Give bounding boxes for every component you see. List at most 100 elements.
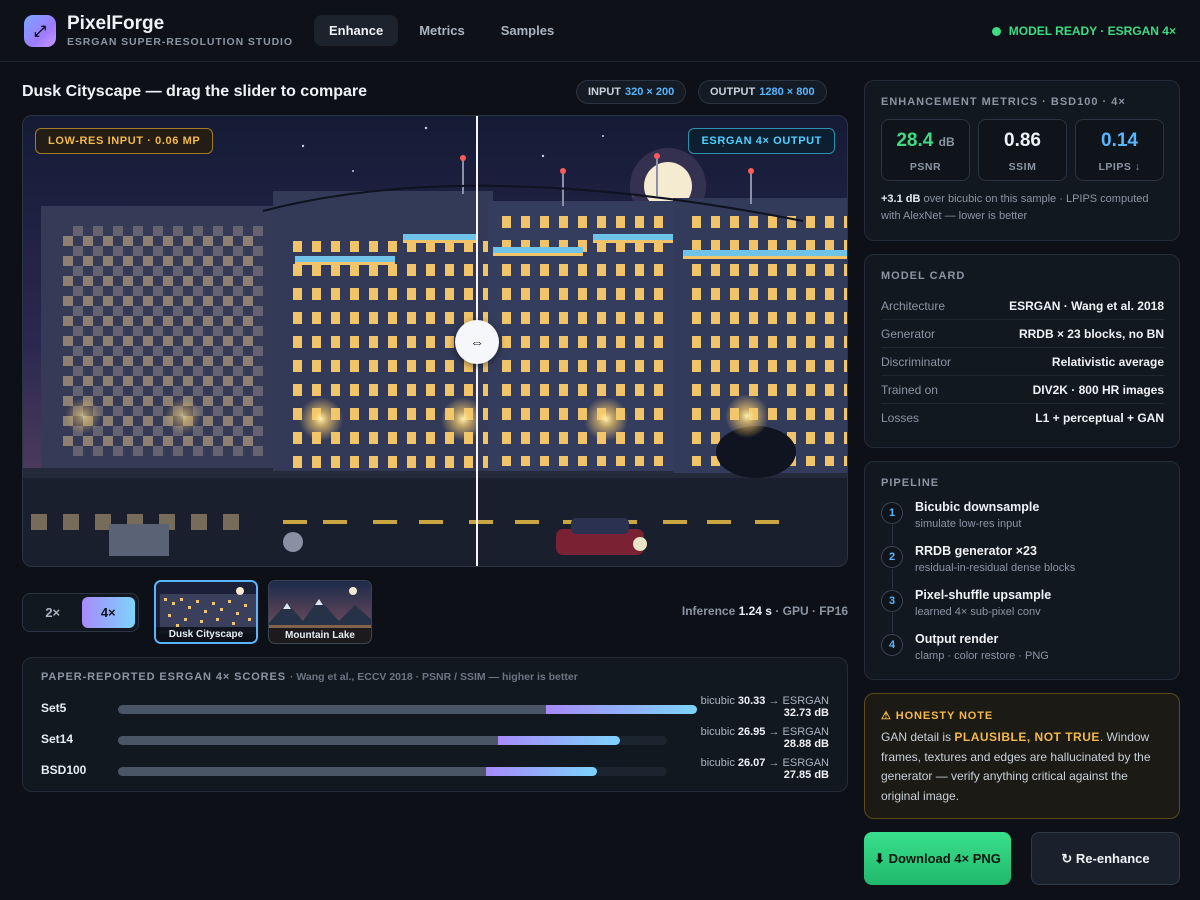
main-nav: Enhance Metrics Samples — [314, 15, 569, 46]
model-card-key: Generator — [881, 327, 936, 341]
model-status: MODEL READY · ESRGAN 4× — [991, 24, 1176, 38]
compare-slider-handle[interactable]: ⇔ — [455, 320, 499, 364]
model-card-row: Discriminator Relativistic average — [881, 348, 1164, 376]
app-name: PixelForge — [67, 13, 165, 34]
esrgan-score: 27.85 dB — [783, 769, 829, 781]
metrics-note: +3.1 dB over bicubic on this sample · LP… — [881, 191, 1169, 225]
output-res-label: OUTPUT — [710, 86, 756, 98]
esrgan-label: → ESRGAN — [768, 695, 829, 707]
psnr-card: 28.4 dB PSNR — [881, 119, 970, 181]
ssim-card: 0.86 SSIM — [978, 119, 1067, 181]
top-bar: ⤢ PixelForge ESRGAN SUPER-RESOLUTION STU… — [0, 0, 1200, 62]
bicubic-bar — [118, 736, 499, 745]
score-row: BSD100 bicubic 26.07 → ESRGAN 27.85 dB — [23, 757, 847, 787]
scores-heading: PAPER-REPORTED ESRGAN 4× SCORES · Wang e… — [41, 671, 578, 683]
model-card-row: Architecture ESRGAN · Wang et al. 2018 — [881, 292, 1164, 320]
score-bar-track — [118, 705, 697, 714]
score-bar-track — [118, 736, 667, 745]
lpips-card: 0.14 LPIPS ↓ — [1075, 119, 1164, 181]
esrgan-score: 28.88 dB — [783, 738, 829, 750]
model-card-title: MODEL CARD — [881, 270, 966, 282]
output-res-value: 1280 × 800 — [759, 86, 815, 98]
download-button[interactable]: ⬇ Download 4× PNG — [864, 832, 1011, 885]
sample-thumb-dusk-cityscape[interactable]: Dusk Cityscape — [154, 580, 258, 644]
score-values: bicubic 30.33 → ESRGAN 32.73 dB — [701, 695, 829, 719]
scores-subtitle: · Wang et al., ECCV 2018 · PSNR / SSIM —… — [289, 671, 578, 683]
esrgan-gain-bar — [485, 767, 598, 776]
model-card-value: RRDB × 23 blocks, no BN — [1018, 327, 1164, 341]
warning-icon: ⚠ — [881, 710, 892, 722]
thumb-label-mountain-lake: Mountain Lake — [269, 628, 371, 643]
bicubic-label: bicubic — [700, 757, 735, 769]
dataset-name: Set5 — [41, 701, 67, 715]
model-card-key: Losses — [881, 411, 920, 425]
model-card-row: Trained on DIV2K · 800 HR images — [881, 376, 1164, 404]
esrgan-gain-bar — [498, 736, 620, 745]
app-subtitle: ESRGAN SUPER-RESOLUTION STUDIO — [67, 36, 293, 48]
bicubic-score: 26.07 — [737, 757, 766, 769]
input-res-value: 320 × 200 — [625, 86, 675, 98]
step-subtitle: learned 4× sub-pixel conv — [915, 606, 1041, 618]
bicubic-score: 26.95 — [737, 726, 766, 738]
compare-viewer[interactable]: LOW-RES INPUT · 0.06 MP ESRGAN 4× OUTPUT… — [22, 115, 848, 567]
bicubic-bar — [118, 767, 486, 776]
step-title: RRDB generator ×23 — [915, 544, 1037, 558]
dataset-name: Set14 — [41, 732, 74, 746]
pipeline-title: PIPELINE — [881, 477, 940, 489]
input-resolution-badge: INPUT 320 × 200 — [576, 80, 687, 104]
score-values: bicubic 26.95 → ESRGAN 28.88 dB — [701, 726, 829, 750]
honesty-text: GAN detail is PLAUSIBLE, NOT TRUE. Windo… — [881, 728, 1167, 806]
model-card-value: ESRGAN · Wang et al. 2018 — [1009, 299, 1164, 313]
download-label: Download 4× PNG — [888, 851, 1001, 866]
psnr-value: 28.4 dB — [882, 130, 969, 152]
refresh-icon: ↻ — [1061, 850, 1073, 866]
honesty-title: ⚠ HONESTY NOTE — [881, 709, 993, 722]
score-row: Set5 bicubic 30.33 → ESRGAN 32.73 dB — [23, 695, 847, 725]
paper-scores-panel: PAPER-REPORTED ESRGAN 4× SCORES · Wang e… — [22, 657, 848, 792]
tab-samples[interactable]: Samples — [486, 15, 569, 46]
step-number: 1 — [881, 502, 903, 524]
low-res-input-tag: LOW-RES INPUT · 0.06 MP — [35, 128, 214, 154]
step-title: Bicubic downsample — [915, 500, 1040, 514]
score-values: bicubic 26.07 → ESRGAN 27.85 dB — [701, 757, 829, 781]
re-enhance-button[interactable]: ↻ Re-enhance — [1031, 832, 1180, 885]
lpips-label: LPIPS ↓ — [1098, 161, 1141, 173]
esrgan-output-tag: ESRGAN 4× OUTPUT — [688, 128, 835, 154]
tab-enhance[interactable]: Enhance — [314, 15, 399, 46]
scores-title: PAPER-REPORTED ESRGAN 4× SCORES — [41, 671, 286, 683]
app-logo-icon: ⤢ — [24, 15, 56, 47]
pipeline-step: 2 RRDB generator ×23 residual-in-residual … — [881, 544, 1171, 589]
scale-4x-button[interactable]: 4× — [81, 597, 135, 628]
pipeline-panel: PIPELINE 1 Bicubic downsample simulate low… — [864, 461, 1180, 680]
bicubic-label: bicubic — [700, 695, 735, 707]
re-enhance-label: Re-enhance — [1075, 851, 1150, 866]
model-card-panel: MODEL CARD Architecture ESRGAN · Wang et … — [864, 254, 1180, 448]
model-card-row: Generator RRDB × 23 blocks, no BN — [881, 320, 1164, 348]
tab-metrics[interactable]: Metrics — [404, 15, 480, 46]
score-bar-track — [118, 767, 667, 776]
esrgan-score: 32.73 dB — [783, 707, 829, 719]
sample-thumb-mountain-lake[interactable]: Mountain Lake — [268, 580, 372, 644]
bicubic-bar — [118, 705, 547, 714]
dataset-name: BSD100 — [41, 763, 87, 777]
model-card-value: Relativistic average — [1051, 355, 1164, 369]
status-dot-icon — [991, 26, 1001, 36]
metrics-note-text: over bicubic on this sample · LPIPS comp… — [881, 193, 1149, 222]
model-card-row: Losses L1 + perceptual + GAN — [881, 404, 1164, 432]
step-connector — [892, 613, 893, 633]
step-subtitle: residual-in-residual dense blocks — [915, 562, 1076, 574]
scale-2x-button[interactable]: 2× — [26, 597, 80, 628]
step-connector — [892, 525, 893, 545]
honesty-text-a: GAN detail is — [881, 730, 955, 744]
pipeline-step: 1 Bicubic downsample simulate low-res inpu… — [881, 500, 1171, 545]
pipeline-step: 3 Pixel-shuffle upsample learned 4× sub-pi… — [881, 588, 1171, 633]
inference-time: 1.24 s — [738, 604, 772, 618]
input-res-label: INPUT — [588, 86, 621, 98]
pipeline-step: 4 Output render clamp · color restore · PN… — [881, 632, 1171, 676]
step-number: 2 — [881, 546, 903, 568]
model-card-key: Architecture — [881, 299, 946, 313]
step-connector — [892, 569, 893, 589]
step-subtitle: simulate low-res input — [915, 518, 1022, 530]
bicubic-label: bicubic — [700, 726, 735, 738]
metrics-note-gain: +3.1 dB — [881, 193, 921, 205]
